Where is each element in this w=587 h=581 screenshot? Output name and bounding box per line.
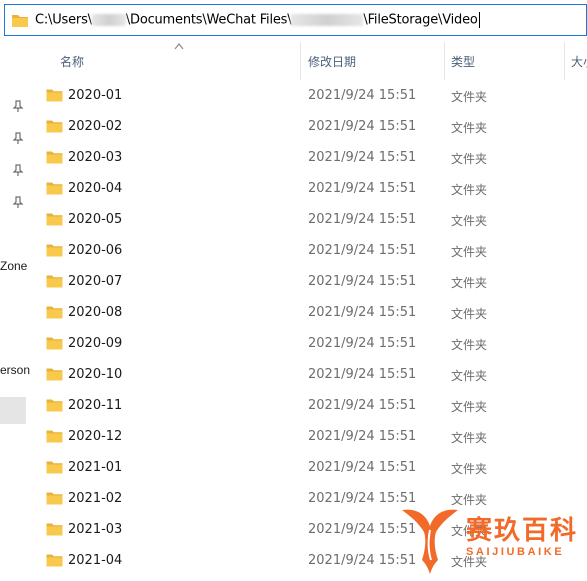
folder-icon bbox=[46, 461, 63, 474]
folder-icon bbox=[46, 275, 63, 288]
column-header-date-modified[interactable]: 修改日期 bbox=[308, 53, 356, 70]
file-date-modified: 2021/9/24 15:51 bbox=[308, 274, 417, 289]
pin-icon[interactable] bbox=[12, 196, 24, 208]
table-row[interactable]: 2020-09 2021/9/24 15:51 文件夹 bbox=[28, 328, 587, 359]
folder-icon bbox=[46, 120, 63, 133]
table-row[interactable]: 2021-01 2021/9/24 15:51 文件夹 bbox=[28, 452, 587, 483]
table-row[interactable]: 2020-10 2021/9/24 15:51 文件夹 bbox=[28, 359, 587, 390]
text-cursor bbox=[478, 12, 480, 28]
file-date-modified: 2021/9/24 15:51 bbox=[308, 181, 417, 196]
nav-item-person[interactable]: erson bbox=[0, 363, 30, 377]
folder-icon bbox=[46, 430, 63, 443]
pin-icon[interactable] bbox=[12, 100, 24, 112]
file-type: 文件夹 bbox=[451, 90, 488, 104]
folder-icon bbox=[46, 399, 63, 412]
file-type: 文件夹 bbox=[451, 400, 488, 414]
file-date-modified: 2021/9/24 15:51 bbox=[308, 212, 417, 227]
folder-icon bbox=[46, 306, 63, 319]
pin-icon[interactable] bbox=[12, 164, 24, 176]
column-header-name[interactable]: 名称 bbox=[60, 53, 84, 70]
redacted-username bbox=[91, 14, 126, 26]
address-path[interactable]: C:\Users\ \Documents\WeChat Files\ \FileSt… bbox=[35, 12, 480, 28]
table-row[interactable]: 2020-12 2021/9/24 15:51 文件夹 bbox=[28, 421, 587, 452]
file-type: 文件夹 bbox=[451, 245, 488, 259]
column-header-size[interactable]: 大小 bbox=[571, 53, 587, 70]
column-divider[interactable] bbox=[564, 42, 565, 80]
file-name[interactable]: 2020-03 bbox=[68, 150, 122, 165]
column-header-type[interactable]: 类型 bbox=[451, 53, 475, 70]
folder-icon bbox=[46, 554, 63, 567]
table-row[interactable]: 2020-01 2021/9/24 15:51 文件夹 bbox=[28, 80, 587, 111]
file-name[interactable]: 2020-12 bbox=[68, 429, 122, 444]
table-row[interactable]: 2020-07 2021/9/24 15:51 文件夹 bbox=[28, 266, 587, 297]
file-date-modified: 2021/9/24 15:51 bbox=[308, 305, 417, 320]
file-name[interactable]: 2020-05 bbox=[68, 212, 122, 227]
file-name[interactable]: 2020-09 bbox=[68, 336, 122, 351]
file-name[interactable]: 2020-11 bbox=[68, 398, 122, 413]
folder-icon bbox=[46, 492, 63, 505]
folder-icon bbox=[46, 368, 63, 381]
whale-tail-logo-icon bbox=[402, 509, 458, 574]
file-name[interactable]: 2020-02 bbox=[68, 119, 122, 134]
folder-icon bbox=[46, 213, 63, 226]
file-type: 文件夹 bbox=[451, 276, 488, 290]
file-type: 文件夹 bbox=[451, 152, 488, 166]
nav-item-zone[interactable]: Zone bbox=[0, 259, 27, 273]
file-name[interactable]: 2020-01 bbox=[68, 88, 122, 103]
table-row[interactable]: 2020-04 2021/9/24 15:51 文件夹 bbox=[28, 173, 587, 204]
file-date-modified: 2021/9/24 15:51 bbox=[308, 243, 417, 258]
watermark-logo: 赛玖百科 SAIJIUBAIKE bbox=[396, 502, 586, 578]
file-date-modified: 2021/9/24 15:51 bbox=[308, 88, 417, 103]
file-name[interactable]: 2021-02 bbox=[68, 491, 122, 506]
file-name[interactable]: 2020-07 bbox=[68, 274, 122, 289]
watermark-english-text: SAIJIUBAIKE bbox=[466, 546, 565, 558]
table-row[interactable]: 2020-03 2021/9/24 15:51 文件夹 bbox=[28, 142, 587, 173]
watermark-chinese-text: 赛玖百科 bbox=[466, 516, 579, 546]
file-date-modified: 2021/9/24 15:51 bbox=[308, 460, 417, 475]
table-row[interactable]: 2020-02 2021/9/24 15:51 文件夹 bbox=[28, 111, 587, 142]
column-divider[interactable] bbox=[444, 42, 445, 80]
nav-item-selected[interactable] bbox=[0, 397, 26, 424]
file-name[interactable]: 2020-06 bbox=[68, 243, 122, 258]
file-date-modified: 2021/9/24 15:51 bbox=[308, 119, 417, 134]
file-date-modified: 2021/9/24 15:51 bbox=[308, 150, 417, 165]
pin-icon[interactable] bbox=[12, 132, 24, 144]
file-date-modified: 2021/9/24 15:51 bbox=[308, 429, 417, 444]
folder-icon bbox=[46, 523, 63, 536]
table-row[interactable]: 2020-06 2021/9/24 15:51 文件夹 bbox=[28, 235, 587, 266]
table-row[interactable]: 2020-05 2021/9/24 15:51 文件夹 bbox=[28, 204, 587, 235]
file-name[interactable]: 2021-01 bbox=[68, 460, 122, 475]
sort-ascending-icon bbox=[174, 43, 184, 50]
file-name[interactable]: 2020-10 bbox=[68, 367, 122, 382]
address-bar[interactable]: C:\Users\ \Documents\WeChat Files\ \FileSt… bbox=[4, 4, 587, 36]
column-divider[interactable] bbox=[300, 42, 301, 80]
file-type: 文件夹 bbox=[451, 369, 488, 383]
folder-icon bbox=[12, 14, 28, 27]
file-type: 文件夹 bbox=[451, 431, 488, 445]
file-type: 文件夹 bbox=[451, 214, 488, 228]
file-date-modified: 2021/9/24 15:51 bbox=[308, 367, 417, 382]
folder-icon bbox=[46, 244, 63, 257]
folder-icon bbox=[46, 182, 63, 195]
file-type: 文件夹 bbox=[451, 121, 488, 135]
table-row[interactable]: 2020-08 2021/9/24 15:51 文件夹 bbox=[28, 297, 587, 328]
file-name[interactable]: 2020-08 bbox=[68, 305, 122, 320]
navigation-pane[interactable]: Zone erson bbox=[0, 40, 30, 581]
column-header-row: 名称 修改日期 类型 大小 bbox=[28, 42, 587, 80]
file-type: 文件夹 bbox=[451, 338, 488, 352]
table-row[interactable]: 2020-11 2021/9/24 15:51 文件夹 bbox=[28, 390, 587, 421]
file-date-modified: 2021/9/24 15:51 bbox=[308, 336, 417, 351]
folder-icon bbox=[46, 151, 63, 164]
file-name[interactable]: 2020-04 bbox=[68, 181, 122, 196]
file-type: 文件夹 bbox=[451, 183, 488, 197]
folder-icon bbox=[46, 89, 63, 102]
redacted-wxid bbox=[291, 14, 364, 26]
file-name[interactable]: 2021-03 bbox=[68, 522, 122, 537]
file-type: 文件夹 bbox=[451, 462, 488, 476]
file-type: 文件夹 bbox=[451, 307, 488, 321]
file-name[interactable]: 2021-04 bbox=[68, 553, 122, 568]
file-date-modified: 2021/9/24 15:51 bbox=[308, 398, 417, 413]
folder-icon bbox=[46, 337, 63, 350]
